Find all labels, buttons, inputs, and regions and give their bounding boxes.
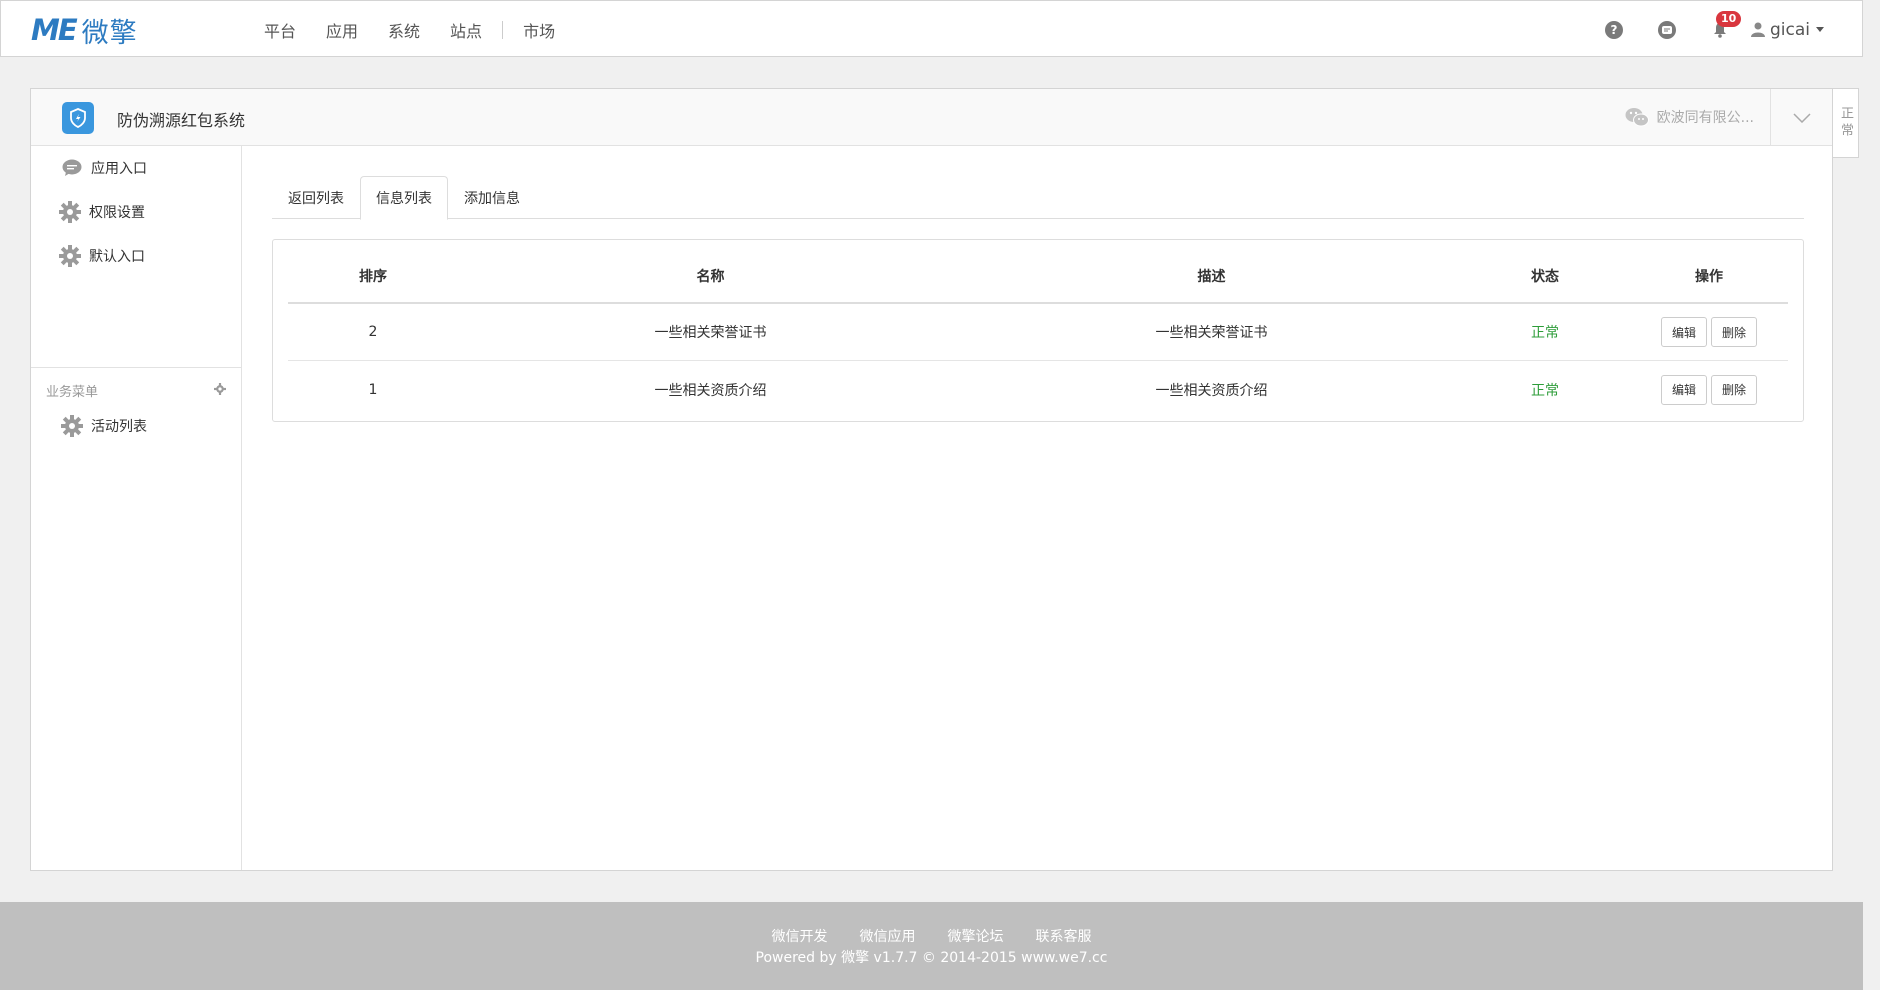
gear-icon bbox=[59, 245, 81, 267]
info-table: 排序 名称 描述 状态 操作 2 一些相关荣誉证书 一些相关荣誉证书 正常 编辑… bbox=[288, 250, 1788, 418]
row-order: 1 bbox=[368, 381, 378, 398]
sidebar-group-title: 业务菜单 bbox=[46, 385, 99, 400]
nav-item-apps[interactable]: 应用 bbox=[311, 18, 373, 42]
row-name: 一些相关荣誉证书 bbox=[654, 325, 767, 341]
status-side-tab[interactable]: 正常 bbox=[1833, 88, 1859, 158]
footer: 微信开发 微信应用 微擎论坛 联系客服 Powered by 微擎 v1.7.7… bbox=[0, 902, 1863, 990]
sidebar: 应用入口 权限设置 默认入口 业务菜单 活动列表 bbox=[31, 146, 242, 870]
sidebar-item-label: 权限设置 bbox=[89, 205, 145, 221]
logo-text: 微擎 bbox=[81, 17, 138, 49]
expand-toggle[interactable] bbox=[1770, 89, 1832, 146]
footer-link-support[interactable]: 联系客服 bbox=[1020, 926, 1108, 946]
gear-icon[interactable] bbox=[214, 380, 226, 399]
gear-icon bbox=[59, 201, 81, 223]
app-shield-icon bbox=[62, 102, 94, 134]
account-switcher[interactable]: 欧波同有限公... bbox=[1625, 107, 1754, 127]
sidebar-item-permissions[interactable]: 权限设置 bbox=[31, 190, 241, 234]
tab-add-info[interactable]: 添加信息 bbox=[448, 176, 536, 219]
info-table-container: 排序 名称 描述 状态 操作 2 一些相关荣誉证书 一些相关荣誉证书 正常 编辑… bbox=[272, 239, 1804, 422]
sidebar-item-label: 默认入口 bbox=[89, 249, 145, 265]
footer-links: 微信开发 微信应用 微擎论坛 联系客服 bbox=[0, 926, 1863, 946]
edit-button[interactable]: 编辑 bbox=[1660, 374, 1707, 405]
account-name: 欧波同有限公... bbox=[1656, 110, 1754, 126]
footer-link-wechat-dev[interactable]: 微信开发 bbox=[756, 926, 844, 946]
chevron-down-icon bbox=[1792, 112, 1811, 123]
notification-badge: 10 bbox=[1715, 10, 1742, 27]
header-description: 描述 bbox=[1197, 269, 1226, 285]
user-icon bbox=[1750, 22, 1765, 37]
sidebar-item-default-entry[interactable]: 默认入口 bbox=[31, 234, 241, 278]
nav-item-site[interactable]: 站点 bbox=[435, 18, 497, 42]
header-status: 状态 bbox=[1531, 269, 1559, 285]
row-actions: 编辑 删除 bbox=[1630, 304, 1788, 360]
app-panel: 防伪溯源红包系统 欧波同有限公... 应用入口 权限设置 默认入口 业务菜单 活… bbox=[30, 88, 1833, 871]
header-order: 排序 bbox=[359, 269, 387, 285]
row-description: 一些相关资质介绍 bbox=[1155, 382, 1268, 399]
question-icon[interactable]: ? bbox=[1604, 20, 1623, 39]
content-tabs: 返回列表 信息列表 添加信息 bbox=[272, 176, 1804, 220]
delete-button[interactable]: 删除 bbox=[1711, 317, 1758, 347]
top-navbar: MЕ 微擎 平台 应用 系统 站点 市场 ? 10 gicai bbox=[0, 0, 1863, 57]
sidebar-item-label: 应用入口 bbox=[91, 161, 147, 177]
user-menu[interactable]: gicai bbox=[1750, 19, 1824, 40]
nav-item-platform[interactable]: 平台 bbox=[249, 18, 311, 42]
row-actions: 编辑 删除 bbox=[1630, 361, 1788, 418]
chevron-down-icon bbox=[1816, 27, 1824, 32]
delete-button[interactable]: 删除 bbox=[1711, 374, 1758, 405]
sidebar-divider bbox=[31, 367, 241, 368]
status-badge: 正常 bbox=[1531, 382, 1559, 399]
row-name: 一些相关资质介绍 bbox=[654, 382, 767, 399]
tab-info-list[interactable]: 信息列表 bbox=[360, 176, 448, 220]
nav-divider bbox=[502, 20, 504, 39]
panel-header: 防伪溯源红包系统 欧波同有限公... bbox=[31, 89, 1832, 146]
footer-link-wechat-apps[interactable]: 微信应用 bbox=[844, 926, 932, 946]
sidebar-item-activities[interactable]: 活动列表 bbox=[31, 404, 241, 448]
main-nav: 平台 应用 系统 站点 市场 bbox=[249, 1, 570, 58]
header-actions: ? 10 gicai bbox=[1570, 1, 1824, 58]
app-title: 防伪溯源红包系统 bbox=[117, 111, 246, 130]
nav-item-system[interactable]: 系统 bbox=[373, 18, 435, 42]
chat-bubble-icon bbox=[61, 157, 83, 179]
row-description: 一些相关荣誉证书 bbox=[1155, 325, 1268, 341]
username: gicai bbox=[1769, 19, 1810, 40]
logo-mark: MЕ bbox=[31, 13, 78, 47]
status-badge: 正常 bbox=[1531, 325, 1559, 341]
gear-icon bbox=[61, 415, 83, 437]
table-row: 2 一些相关荣誉证书 一些相关荣誉证书 正常 编辑 删除 bbox=[288, 304, 1788, 361]
header-actions: 操作 bbox=[1695, 269, 1723, 285]
table-header-row: 排序 名称 描述 状态 操作 bbox=[288, 250, 1788, 304]
bell-icon[interactable]: 10 bbox=[1711, 10, 1742, 39]
sidebar-item-label: 活动列表 bbox=[91, 419, 147, 435]
wechat-icon bbox=[1625, 108, 1649, 127]
chat-icon[interactable] bbox=[1657, 20, 1676, 39]
table-row: 1 一些相关资质介绍 一些相关资质介绍 正常 编辑 删除 bbox=[288, 361, 1788, 418]
footer-link-forum[interactable]: 微擎论坛 bbox=[932, 926, 1020, 946]
header-name: 名称 bbox=[696, 269, 725, 285]
footer-copyright: Powered by 微擎 v1.7.7 © 2014-2015 www.we7… bbox=[755, 950, 1108, 966]
tab-back-to-list[interactable]: 返回列表 bbox=[272, 176, 360, 219]
row-order: 2 bbox=[368, 324, 378, 340]
sidebar-item-app-entry[interactable]: 应用入口 bbox=[31, 146, 241, 190]
edit-button[interactable]: 编辑 bbox=[1660, 317, 1707, 347]
nav-item-market[interactable]: 市场 bbox=[508, 18, 570, 42]
logo[interactable]: MЕ 微擎 bbox=[31, 13, 138, 49]
